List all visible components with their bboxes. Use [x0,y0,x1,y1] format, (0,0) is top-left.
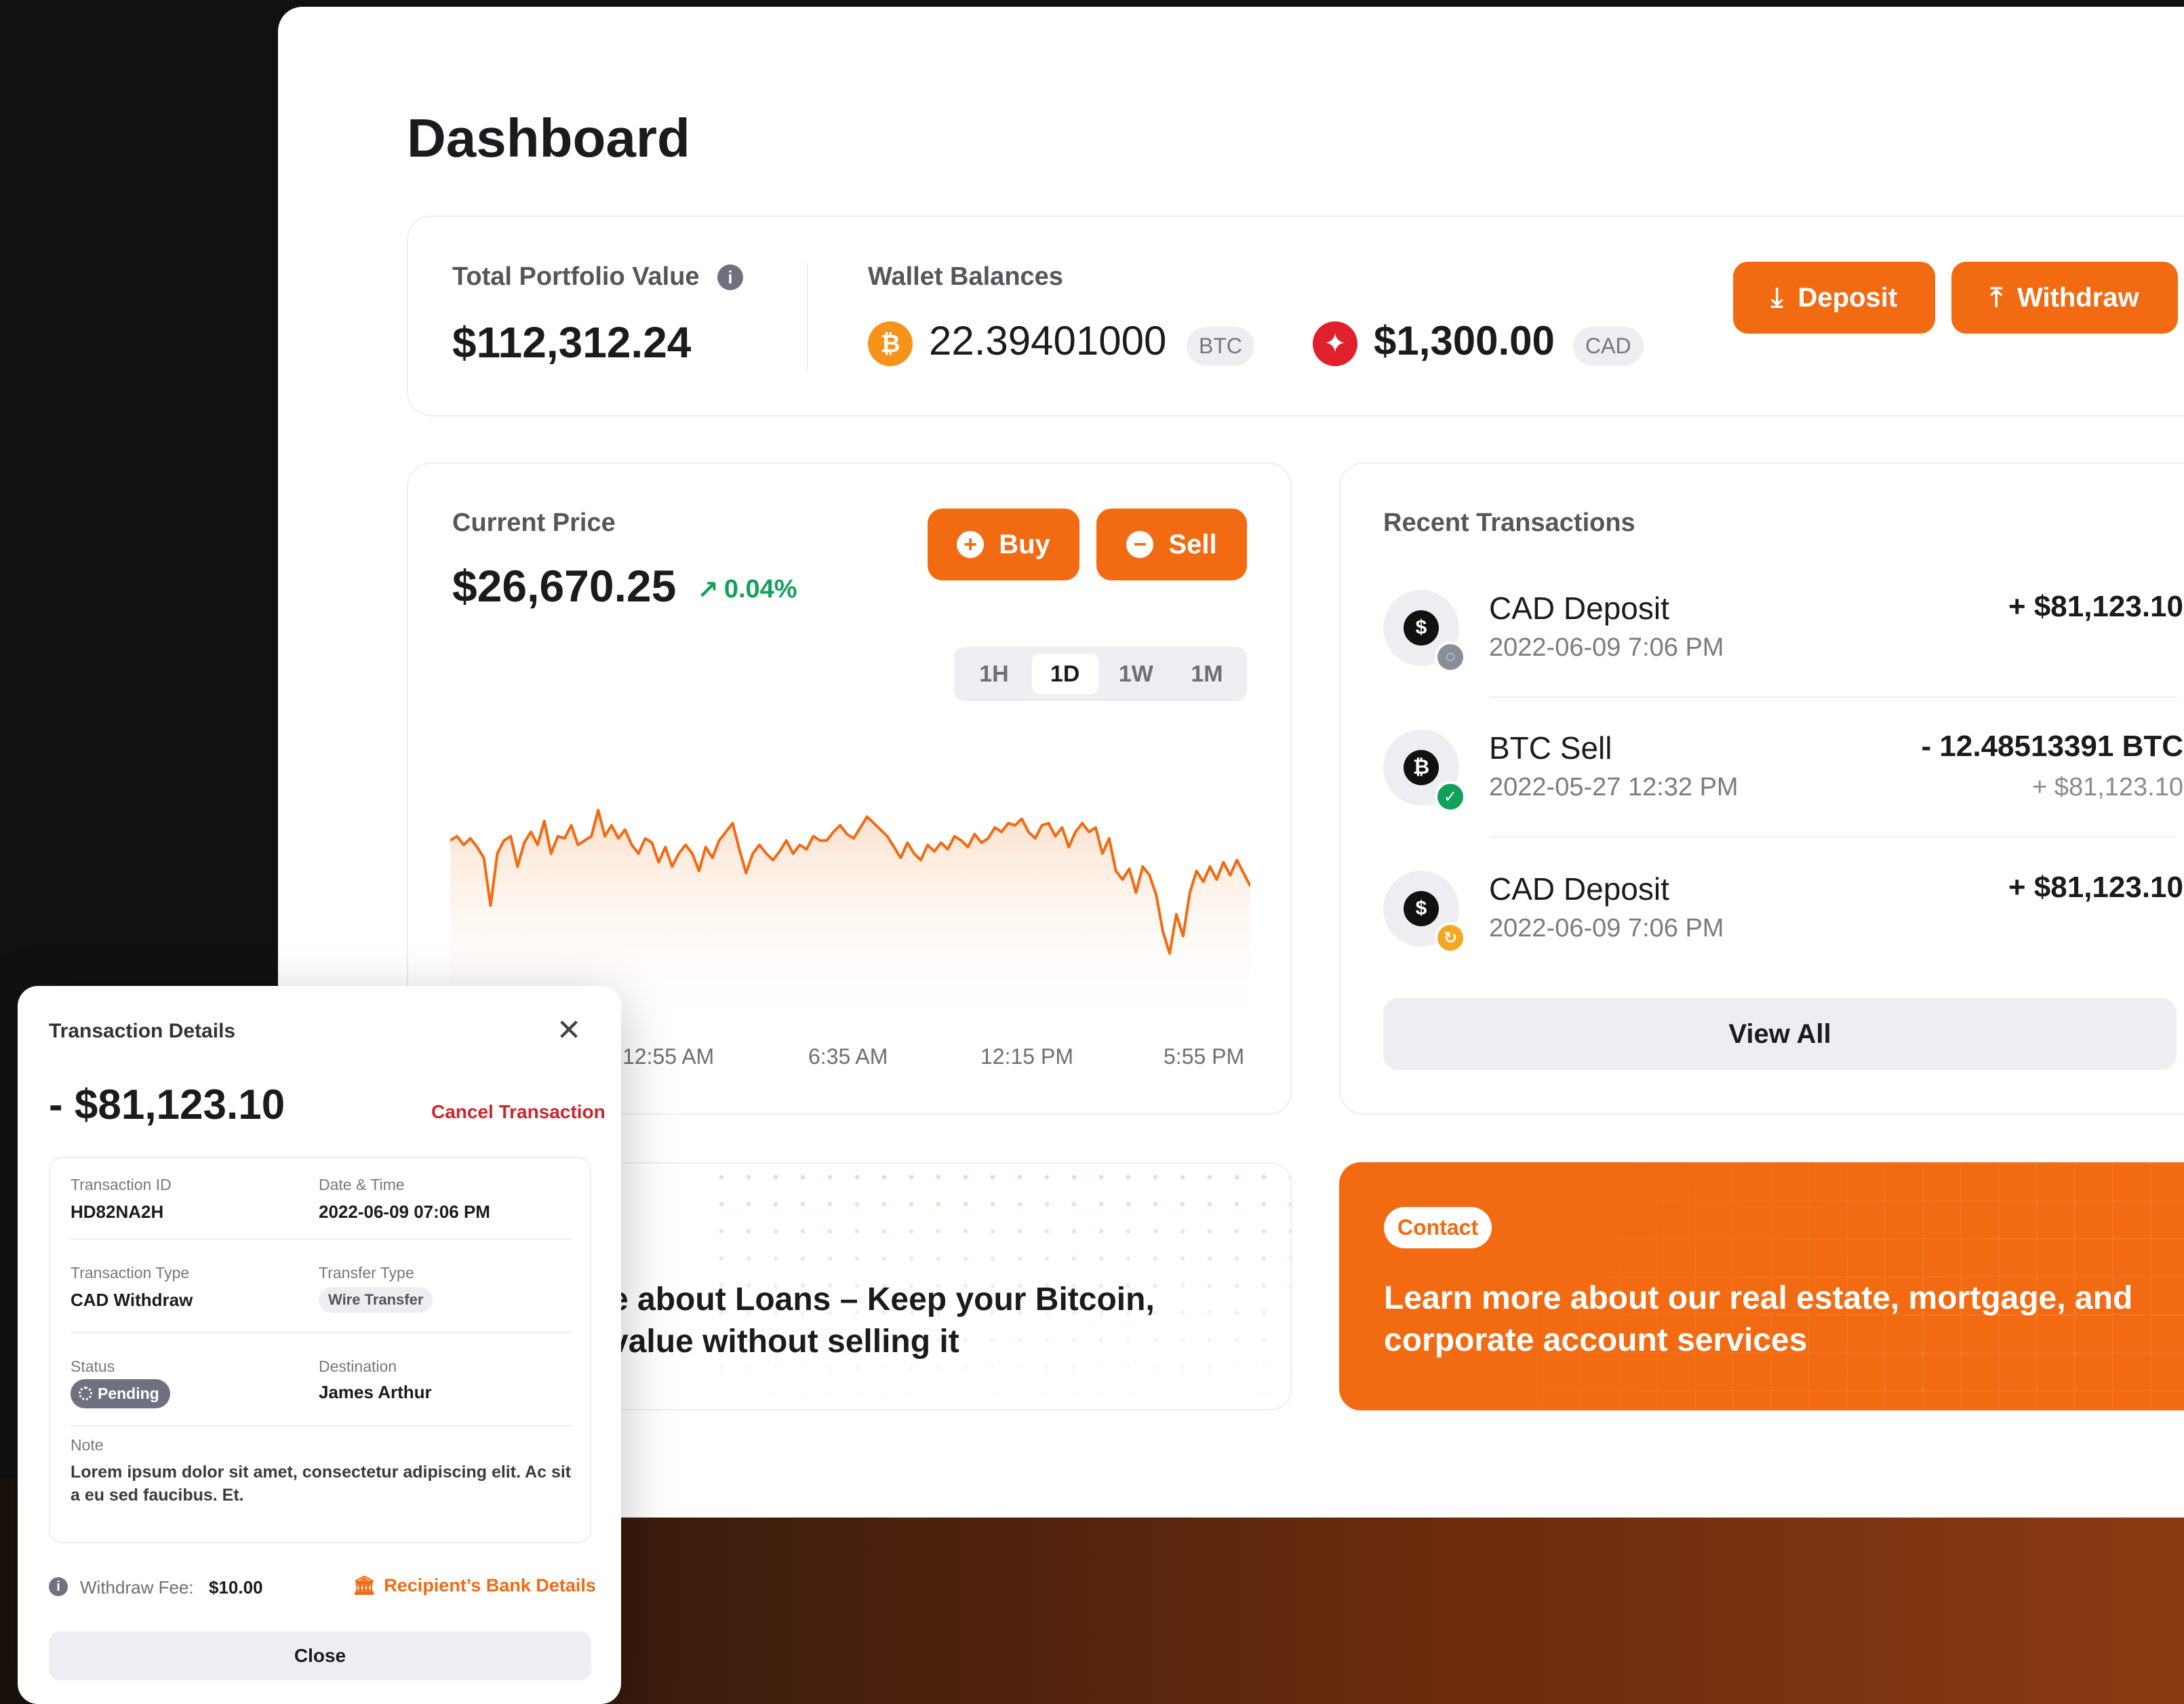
canada-flag-icon: ✦ [1313,321,1357,366]
dollar-icon: $ [1404,891,1439,926]
x-tick: 12:55 AM [622,1044,715,1069]
tx-date: 2022-05-27 12:32 PM [1489,773,1739,801]
time-range-selector: 1H 1D 1W 1M [954,647,1247,701]
price-change: ↗ 0.04% [697,575,797,606]
details-divider [71,1425,572,1427]
pending-icon [79,1387,92,1400]
tx-divider [1489,696,2177,698]
transfer-label: Transfer Type [319,1264,414,1282]
transaction-row[interactable]: $ ◌ CAD Deposit 2022-06-09 7:06 PM + $81… [1383,590,2183,719]
tx-title: CAD Deposit [1489,591,1669,626]
tx-avatar: ₿ ✓ [1383,730,1466,812]
download-icon: ⤓ [1770,282,1783,313]
transactions-title: Recent Transactions [1383,509,1635,537]
txid-value: HD82NA2H [71,1202,164,1222]
buy-label: Buy [999,529,1050,559]
close-icon[interactable]: ✕ [553,1014,584,1047]
destination-label: Destination [319,1358,397,1375]
datetime-value: 2022-06-09 07:06 PM [319,1202,490,1222]
tx-amount: + $81,123.10 [2008,871,2183,904]
dollar-icon: $ [1404,610,1439,646]
deposit-button[interactable]: ⤓ Deposit [1733,262,1935,334]
portfolio-value: $112,312.24 [452,318,692,367]
sell-button[interactable]: − Sell [1096,509,1247,580]
info-icon[interactable]: i [717,264,743,290]
transaction-row[interactable]: $ ↻ CAD Deposit 2022-06-09 7:06 PM + $81… [1383,871,2183,999]
status-badge: Pending [71,1379,170,1408]
tx-avatar: $ ↻ [1383,871,1466,953]
note-value: Lorem ipsum dolor sit amet, consectetur … [71,1463,572,1505]
contact-promo-text: Learn more about our real estate, mortga… [1384,1280,2133,1358]
minus-circle-icon: − [1126,531,1154,558]
cancel-transaction-link[interactable]: Cancel Transaction [431,1101,605,1123]
wallet-label: Wallet Balances [868,262,1063,291]
upload-icon: ⤒ [1990,282,2003,313]
tx-title: BTC Sell [1489,730,1612,766]
tx-divider [1489,836,2177,837]
range-1w[interactable]: 1W [1103,654,1169,694]
status-value: Pending [98,1385,159,1402]
fee-value: $10.00 [209,1577,263,1598]
view-all-button[interactable]: View All [1383,998,2177,1070]
modal-title: Transaction Details [49,1020,236,1042]
buy-button[interactable]: + Buy [928,509,1079,580]
check-status-icon: ✓ [1435,781,1466,812]
x-tick: 12:15 PM [980,1044,1073,1069]
contact-badge: Contact [1384,1207,1492,1248]
info-icon: i [49,1577,68,1596]
pending-status-icon: ◌ [1435,641,1466,673]
transaction-row[interactable]: ₿ ✓ BTC Sell 2022-05-27 12:32 PM - 12.48… [1383,730,2183,858]
x-tick: 6:35 AM [808,1044,888,1069]
btc-unit-badge: BTC [1187,327,1254,365]
tx-date: 2022-06-09 7:06 PM [1489,633,1724,662]
card-divider [807,263,808,372]
withdraw-label: Withdraw [2017,282,2139,313]
tx-sub-amount: + $81,123.10 [2032,773,2183,801]
modal-amount: - $81,123.10 [49,1082,285,1128]
note-label: Note [71,1436,104,1454]
bitcoin-icon: ₿ [1404,750,1439,785]
price-label: Current Price [452,509,616,537]
processing-status-icon: ↻ [1435,922,1466,953]
tx-amount: + $81,123.10 [2008,590,2183,623]
range-1d[interactable]: 1D [1031,654,1098,694]
details-divider [71,1332,572,1333]
fee-label: Withdraw Fee: [80,1577,194,1598]
range-1h[interactable]: 1H [961,654,1027,694]
arrow-up-right-icon: ↗ [697,576,719,605]
contact-promo-card[interactable]: Contact Learn more about our real estate… [1339,1162,2184,1410]
tx-title: CAD Deposit [1489,871,1669,907]
deposit-label: Deposit [1798,282,1898,313]
status-label: Status [71,1358,115,1375]
transaction-details-modal: Transaction Details ✕ - $81,123.10 Cance… [18,986,621,1704]
transfer-type-badge: Wire Transfer [319,1287,433,1313]
tx-date: 2022-06-09 7:06 PM [1489,914,1724,943]
type-label: Transaction Type [71,1264,190,1282]
cad-balance: $1,300.00 [1374,318,1555,363]
portfolio-label: Total Portfolio Value [452,262,700,291]
bank-details-label: Recipient’s Bank Details [384,1574,596,1596]
plus-circle-icon: + [957,531,985,558]
datetime-label: Date & Time [319,1176,405,1193]
btc-balance: 22.39401000 [929,318,1167,363]
bank-details-link[interactable]: 🏛 Recipient’s Bank Details [353,1574,596,1596]
withdraw-button[interactable]: ⤒ Withdraw [1951,262,2178,334]
sell-label: Sell [1168,529,1217,559]
destination-value: James Arthur [319,1382,432,1402]
price-change-value: 0.04% [723,575,797,603]
txid-label: Transaction ID [71,1176,172,1193]
cad-unit-badge: CAD [1573,327,1644,365]
details-box: Transaction ID HD82NA2H Date & Time 2022… [49,1157,591,1543]
tx-amount: - 12.48513391 BTC [1921,730,2183,763]
range-1m[interactable]: 1M [1174,654,1240,694]
x-tick: 5:55 PM [1164,1044,1245,1069]
type-value: CAD Withdraw [71,1290,193,1310]
price-value: $26,670.25 [452,561,677,611]
tx-avatar: $ ◌ [1383,590,1466,673]
close-button[interactable]: Close [49,1631,591,1680]
bitcoin-icon: ₿ [868,321,913,366]
details-divider [71,1238,572,1240]
bank-icon: 🏛 [353,1575,376,1596]
page-title: Dashboard [407,108,690,168]
